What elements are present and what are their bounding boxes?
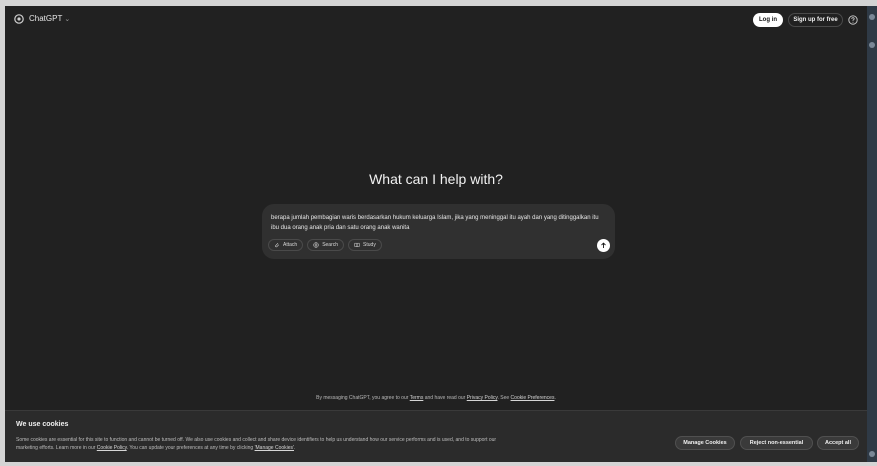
- globe-icon: [313, 242, 319, 248]
- cookie-description: Some cookies are essential for this site…: [16, 436, 506, 452]
- accept-all-button[interactable]: Accept all: [817, 436, 859, 450]
- app-window: ChatGPT ⌄ Log in Sign up for free What ca…: [5, 6, 867, 462]
- legal-notice: By messaging ChatGPT, you agree to our T…: [5, 395, 867, 401]
- openai-logo-icon: [14, 14, 24, 24]
- brand-label: ChatGPT: [29, 14, 63, 23]
- arrow-up-icon: [601, 242, 606, 248]
- study-label: Study: [363, 242, 376, 248]
- book-icon: [354, 242, 360, 248]
- cookie-policy-link[interactable]: Cookie Policy: [97, 445, 127, 451]
- header: ChatGPT ⌄ Log in Sign up for free: [5, 6, 867, 34]
- search-button[interactable]: Search: [307, 239, 345, 251]
- legal-suffix: .: [554, 395, 556, 401]
- edge-dot: [869, 42, 875, 48]
- cookie-preferences-link[interactable]: Cookie Preferences: [511, 395, 555, 401]
- window-edge-strip: [867, 6, 877, 462]
- manage-cookies-link[interactable]: 'Manage Cookies': [255, 445, 294, 451]
- reject-non-essential-button[interactable]: Reject non-essential: [740, 436, 813, 450]
- search-label: Search: [322, 242, 339, 248]
- page-title: What can I help with?: [369, 171, 503, 187]
- signup-button[interactable]: Sign up for free: [788, 13, 843, 27]
- legal-middle: and have read our: [423, 395, 467, 401]
- send-button[interactable]: [597, 239, 610, 252]
- edge-dot: [869, 451, 875, 457]
- paperclip-icon: [275, 242, 280, 248]
- legal-prefix: By messaging ChatGPT, you agree to our: [316, 395, 410, 401]
- login-button[interactable]: Log in: [753, 13, 783, 27]
- model-switcher[interactable]: ChatGPT ⌄: [29, 14, 70, 23]
- study-button[interactable]: Study: [348, 239, 382, 251]
- cookie-banner: We use cookies Some cookies are essentia…: [5, 410, 867, 462]
- terms-link[interactable]: Terms: [410, 395, 424, 401]
- legal-sep: . See: [497, 395, 511, 401]
- chevron-down-icon: ⌄: [64, 16, 71, 23]
- edge-dot: [869, 14, 875, 20]
- composer-tools: Attach Search Study: [268, 239, 382, 251]
- attach-label: Attach: [283, 242, 298, 248]
- prompt-composer[interactable]: berapa jumlah pembagian waris berdasarka…: [262, 204, 615, 259]
- question-circle-icon[interactable]: [848, 15, 858, 25]
- cookie-title: We use cookies: [16, 421, 69, 428]
- cookie-text-3: .: [294, 445, 296, 451]
- manage-cookies-button[interactable]: Manage Cookies: [675, 436, 735, 450]
- privacy-policy-link[interactable]: Privacy Policy: [467, 395, 498, 401]
- attach-button[interactable]: Attach: [268, 239, 304, 251]
- cookie-text-2: . You can update your preferences at any…: [126, 445, 255, 451]
- prompt-input[interactable]: berapa jumlah pembagian waris berdasarka…: [271, 213, 606, 233]
